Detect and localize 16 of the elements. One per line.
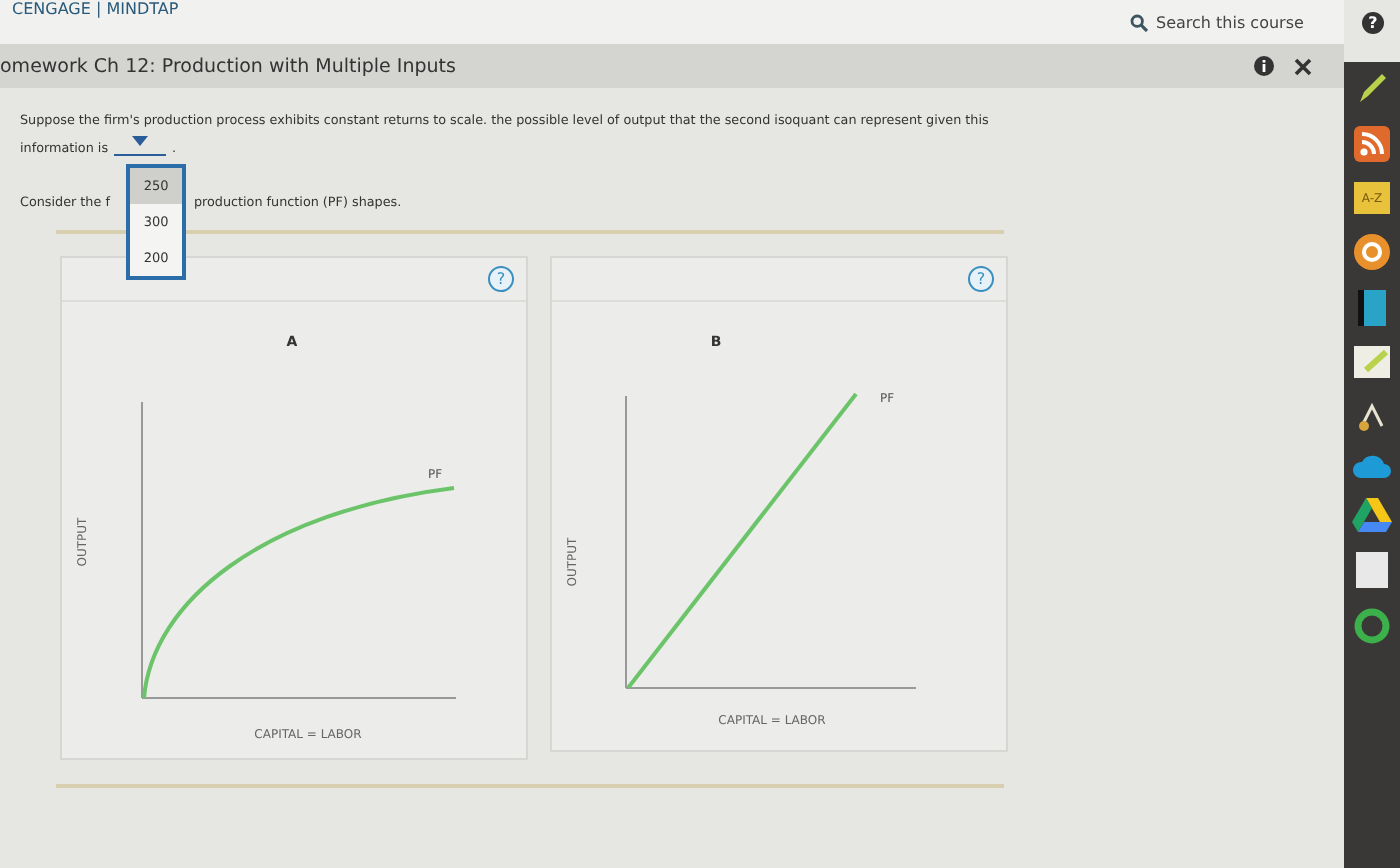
search-field[interactable]: Search this course: [1130, 13, 1324, 31]
triangle-icon[interactable]: [1352, 498, 1392, 532]
help-icon[interactable]: ?: [1362, 12, 1384, 34]
caret-icon: [132, 136, 149, 146]
search-icon: [1130, 13, 1148, 31]
close-icon[interactable]: [1294, 57, 1312, 75]
pencil-icon[interactable]: [1354, 70, 1390, 106]
answer-dropdown[interactable]: [114, 136, 167, 156]
cloud-icon[interactable]: [1352, 454, 1392, 478]
info-icon[interactable]: [1254, 56, 1274, 76]
assignment-title: omework Ch 12: Production with Multiple Inputs: [0, 55, 456, 77]
ring-icon[interactable]: [1354, 608, 1390, 644]
brand-logo-text: CENGAGE | MINDTAP: [12, 0, 179, 18]
rss-icon[interactable]: [1354, 126, 1390, 162]
book-icon[interactable]: [1358, 290, 1386, 326]
disc-icon[interactable]: [1354, 234, 1390, 270]
